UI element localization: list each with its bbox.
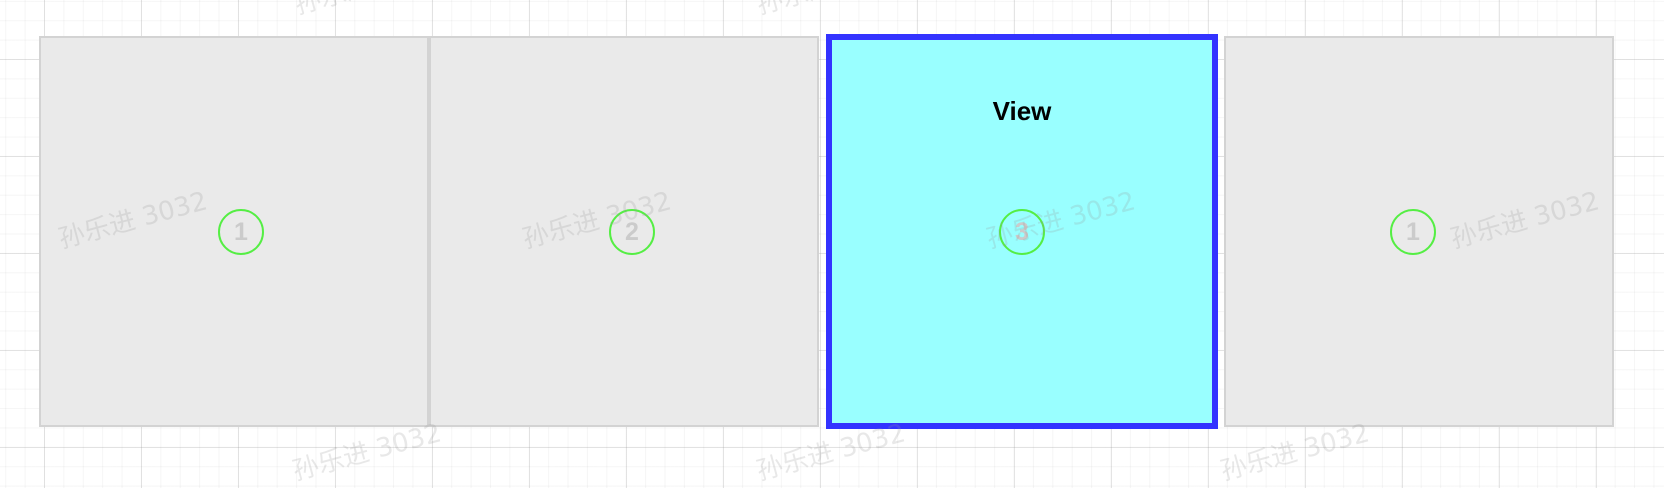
diagram-canvas: View 1 2 3 1 孙乐进 3032 孙乐进 3032 孙乐进 3032 …: [0, 0, 1664, 487]
index-badge-2: 2: [609, 209, 655, 255]
index-badge-1: 1: [218, 209, 264, 255]
watermark: 孙乐进 3032: [290, 0, 447, 22]
view-title: View: [992, 96, 1052, 126]
index-badge-4: 1: [1390, 209, 1436, 255]
watermark: 孙乐进 3032: [752, 0, 909, 22]
index-badge-3: 3: [999, 209, 1045, 255]
